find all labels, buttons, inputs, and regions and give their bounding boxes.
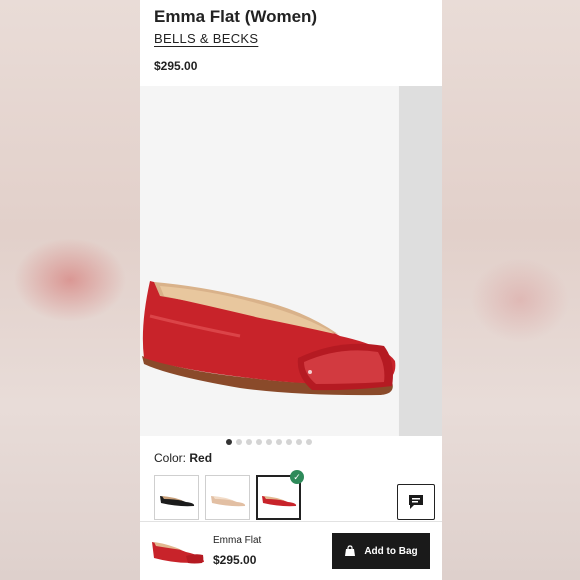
image-gallery[interactable] (140, 86, 442, 436)
page-dot[interactable] (256, 439, 262, 445)
page-dot[interactable] (266, 439, 272, 445)
color-swatches: ✓ (154, 470, 304, 520)
selected-check-icon: ✓ (290, 470, 304, 484)
chat-icon (409, 495, 423, 509)
add-to-bag-label: Add to Bag (364, 545, 418, 557)
product-title: Emma Flat (Women) (154, 7, 318, 26)
swatch-nude[interactable] (205, 475, 250, 520)
sticky-add-to-bag-bar: Emma Flat $295.00 Add to Bag (140, 521, 442, 580)
black-shoe-thumbnail (159, 495, 194, 506)
page-dot[interactable] (296, 439, 302, 445)
bottom-bar-product-name: Emma Flat (213, 535, 262, 546)
color-label: Color: (154, 451, 187, 465)
bottom-bar-price: $295.00 (213, 553, 257, 567)
gallery-pagination (140, 439, 398, 447)
swatch-red[interactable]: ✓ (256, 470, 304, 520)
red-shoe-thumbnail (261, 495, 296, 506)
color-selection-label: Color: Red (154, 451, 212, 465)
brand-link[interactable]: BELLS & BECKS (154, 31, 258, 46)
page-dot[interactable] (306, 439, 312, 445)
page-dot[interactable] (276, 439, 282, 445)
product-price: $295.00 (154, 59, 198, 73)
product-page: Emma Flat (Women) BELLS & BECKS $295.00 (140, 0, 442, 580)
bottom-bar-shoe-thumbnail (152, 542, 204, 564)
red-flat-shoe-image (142, 281, 396, 396)
page-dot[interactable] (236, 439, 242, 445)
main-product-image[interactable] (140, 86, 398, 436)
add-to-bag-button[interactable]: Add to Bag (332, 533, 430, 569)
chat-button[interactable] (397, 484, 435, 520)
shopping-bag-icon (345, 545, 356, 556)
page-dot[interactable] (286, 439, 292, 445)
swatch-black[interactable] (154, 475, 199, 520)
next-image-peek[interactable] (399, 86, 442, 436)
nude-shoe-thumbnail (210, 495, 245, 506)
page-dot[interactable] (246, 439, 252, 445)
page-dot[interactable] (226, 439, 232, 445)
selected-color-name: Red (189, 451, 213, 465)
